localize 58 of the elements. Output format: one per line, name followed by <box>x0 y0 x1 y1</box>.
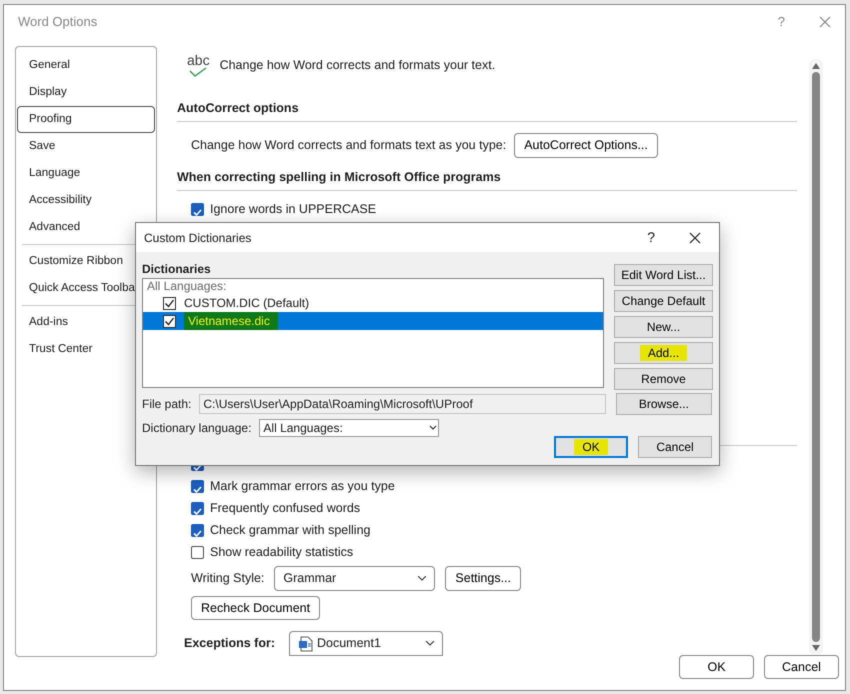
sidebar-item[interactable]: Accessibility <box>17 187 155 214</box>
scrollbar[interactable] <box>809 59 823 655</box>
document-dropdown[interactable]: Document1 <box>289 631 443 656</box>
scroll-down-icon[interactable] <box>812 645 820 651</box>
close-icon[interactable] <box>689 232 701 244</box>
chevron-icon <box>418 576 426 581</box>
field-label: File path: <box>142 396 192 413</box>
dictionary-item[interactable]: Vietnamese.dic <box>143 312 603 330</box>
section-heading: When correcting spelling in Microsoft Office programs <box>177 168 502 186</box>
writing-style-label: Writing Style: <box>191 570 264 587</box>
scroll-thumb[interactable] <box>812 72 820 642</box>
exceptions-label: Exceptions for: <box>184 635 275 652</box>
option-label: Ignore words in UPPERCASE <box>210 201 376 218</box>
autocorrect-options-button[interactable]: AutoCorrect Options... <box>514 133 658 158</box>
dialog-button[interactable]: OK <box>679 655 754 679</box>
header-text: Change how Word corrects and formats your text. <box>220 56 496 74</box>
option-label: Frequently confused words <box>210 500 360 518</box>
checkbox[interactable] <box>163 296 176 310</box>
section-label: Dictionaries <box>142 261 212 278</box>
checkbox[interactable] <box>163 314 176 328</box>
sidebar-item[interactable]: Proofing <box>17 106 155 133</box>
checkbox[interactable] <box>191 546 204 560</box>
sidebar-item[interactable]: Save <box>17 133 155 160</box>
dialog-button[interactable]: Edit Word List... <box>614 264 713 286</box>
language-dropdown[interactable]: All Languages: <box>259 419 440 437</box>
sidebar-item[interactable]: Language <box>17 160 155 187</box>
file-path-field[interactable]: C:\Users\User\AppData\Roaming\Microsoft\UProof <box>199 394 606 414</box>
scroll-up-icon[interactable] <box>812 63 820 69</box>
document-icon <box>298 636 313 652</box>
sidebar-item[interactable]: General <box>17 52 155 79</box>
chevron-icon <box>426 641 434 646</box>
sidebar-item[interactable]: Display <box>17 79 155 106</box>
window-title: Word Options <box>18 13 98 32</box>
dialog-button[interactable]: Cancel <box>638 436 712 458</box>
checkbox[interactable] <box>191 203 204 216</box>
dictionary-item[interactable]: CUSTOM.DIC (Default) <box>143 294 603 312</box>
checkbox[interactable] <box>191 502 204 516</box>
checkbox[interactable] <box>191 524 204 538</box>
dialog-button[interactable]: Remove <box>614 368 713 390</box>
writing-style-dropdown[interactable]: Grammar <box>274 566 436 590</box>
browse-button[interactable]: Browse... <box>616 393 712 415</box>
field-label: Dictionary language: <box>142 420 252 437</box>
dialog-button[interactable]: Cancel <box>764 655 839 679</box>
dialog-button[interactable]: New... <box>614 316 713 338</box>
option-label: Mark grammar errors as you type <box>210 478 395 496</box>
recheck-document-button[interactable]: Recheck Document <box>191 596 320 620</box>
checkbox[interactable] <box>191 480 204 494</box>
settings-button[interactable]: Settings... <box>445 566 521 590</box>
option-label: Check grammar with spelling <box>210 522 370 540</box>
dialog-button[interactable]: Change Default <box>614 290 713 312</box>
dialog-button[interactable]: OK <box>554 436 628 458</box>
dialog-title: Custom Dictionaries <box>144 230 252 246</box>
description-text: Change how Word corrects and formats text as you type: <box>191 137 506 154</box>
help-button[interactable]: ? <box>647 227 655 248</box>
dialog-button[interactable]: Add... <box>614 342 713 364</box>
option-label: Show readability statistics <box>210 544 354 562</box>
group-label: All Languages: <box>146 279 228 294</box>
section-heading: AutoCorrect options <box>177 100 300 117</box>
